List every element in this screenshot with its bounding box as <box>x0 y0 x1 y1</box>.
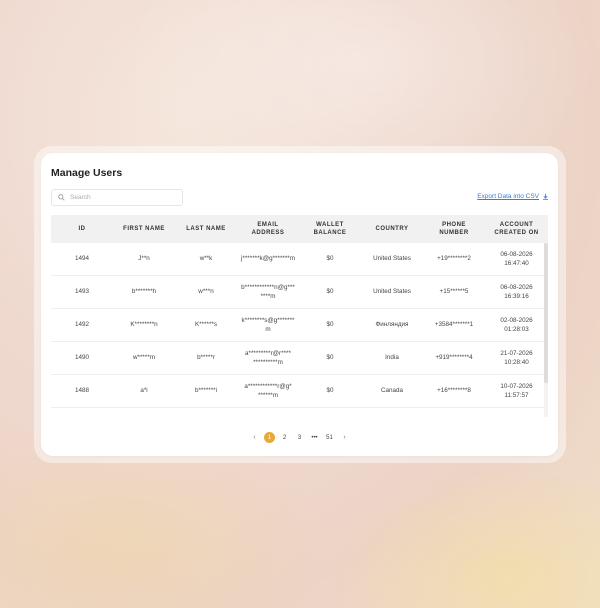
column-header: ID <box>78 226 86 232</box>
table-cell: United States <box>361 243 423 276</box>
table-row[interactable]: 1494 J**n w**k j*******k@g*******m $0 United … <box>51 243 548 276</box>
table-row[interactable]: 1490 w*****m b*****r a*********r@r**** *****… <box>51 341 548 375</box>
table-cell: 1494 <box>51 243 113 276</box>
table-cell: b*******h <box>113 275 175 309</box>
table-row[interactable]: 1488 a*i b*******i a************r@g* ******m… <box>51 374 548 408</box>
table-cell: Финляндия <box>361 308 423 342</box>
page-title: Manage Users <box>51 167 123 179</box>
table-cell: b*******i <box>175 374 237 408</box>
table-cell <box>175 407 237 417</box>
table-cell: 21-07-2026 10:28:40 <box>485 341 548 375</box>
table-cell: a*********r@r**** **********m <box>237 341 299 375</box>
table-cell: United States <box>361 275 423 309</box>
table-cell: $0 <box>299 341 361 375</box>
users-table-wrapper: ID FIRST NAME LAST NAME EMAIL ADDRESS WALLET B… <box>51 215 548 417</box>
table-cell: b************n@g*******m <box>237 275 299 309</box>
table-row[interactable]: 1493 b*******h w***n b************n@g******… <box>51 275 548 309</box>
prev-page-icon[interactable]: ‹ <box>249 432 260 443</box>
column-header: EMAIL ADDRESS <box>251 222 285 236</box>
table-cell: 06-08-2026 16:39:16 <box>485 275 548 309</box>
table-cell: India <box>361 341 423 375</box>
table-cell <box>361 407 423 417</box>
table-cell: +15******5 <box>423 275 485 309</box>
table-cell: a*i <box>113 374 175 408</box>
table-header-row: ID FIRST NAME LAST NAME EMAIL ADDRESS WALLET B… <box>51 215 548 243</box>
page-button[interactable]: 51 <box>324 432 335 443</box>
table-cell: w**k <box>175 243 237 276</box>
column-header: WALLET BALANCE <box>313 222 347 236</box>
column-header: LAST NAME <box>186 226 226 232</box>
table-cell: 06-08-2026 16:47:40 <box>485 243 548 276</box>
table-cell: w***n <box>175 275 237 309</box>
table-cell: +3584*******1 <box>423 308 485 342</box>
table-cell: 1488 <box>51 374 113 408</box>
table-cell: $0 <box>299 374 361 408</box>
next-page-icon[interactable]: › <box>339 432 350 443</box>
table-cell: w*****m <box>113 341 175 375</box>
column-header: COUNTRY <box>375 226 409 232</box>
table-cell: 02-08-2026 01:28:03 <box>485 308 548 342</box>
search-input[interactable] <box>70 194 170 201</box>
table-cell: $0 <box>299 243 361 276</box>
table-cell: 1490 <box>51 341 113 375</box>
table-cell: k********s@g*******m <box>237 308 299 342</box>
pagination: ‹ 1 2 3 ••• 51 › <box>41 432 558 443</box>
table-cell: J**n <box>113 243 175 276</box>
page-button[interactable]: 2 <box>279 432 290 443</box>
table-cell: j*******k@g*******m <box>237 243 299 276</box>
download-icon <box>543 193 548 200</box>
table-cell: 10-07-2026 11:57:57 <box>485 374 548 408</box>
table-cell: 1492 <box>51 308 113 342</box>
table-scrollbar[interactable] <box>544 243 548 417</box>
table-cell: 08-07-2026 <box>485 407 548 417</box>
search-box[interactable] <box>51 189 183 206</box>
column-header: PHONE NUMBER <box>439 222 469 236</box>
table-cell <box>299 407 361 417</box>
table-cell: $0 <box>299 308 361 342</box>
page-button[interactable]: 1 <box>264 432 275 443</box>
table-cell <box>51 407 113 417</box>
column-header: ACCOUNT CREATED ON <box>494 222 539 236</box>
table-cell: +19********2 <box>423 243 485 276</box>
table-cell: b*****r <box>175 341 237 375</box>
table-cell: 1493 <box>51 275 113 309</box>
manage-users-card: Manage Users Export Data into CSV ID FIRS… <box>41 153 558 456</box>
table-cell: +919********4 <box>423 341 485 375</box>
users-table: ID FIRST NAME LAST NAME EMAIL ADDRESS WALLET B… <box>51 215 548 417</box>
column-header: FIRST NAME <box>123 226 165 232</box>
table-row[interactable]: 1492 K********n K******s k********s@g******… <box>51 308 548 342</box>
table-cell: K********n <box>113 308 175 342</box>
search-icon <box>58 194 65 201</box>
export-csv-link[interactable]: Export Data into CSV <box>477 193 549 200</box>
table-cell: j*********n@g**** <box>237 407 299 417</box>
table-cell: Canada <box>361 374 423 408</box>
scrollbar-thumb[interactable] <box>544 243 548 383</box>
table-cell: +16********8 <box>423 374 485 408</box>
export-csv-label: Export Data into CSV <box>477 193 539 200</box>
table-cell: a************r@g* ******m <box>237 374 299 408</box>
page-button[interactable]: 3 <box>294 432 305 443</box>
table-row[interactable]: j*********n@g**** 08-07-2026 <box>51 407 548 417</box>
table-cell <box>113 407 175 417</box>
page-button[interactable]: ••• <box>309 432 320 443</box>
table-cell: K******s <box>175 308 237 342</box>
table-cell: $0 <box>299 275 361 309</box>
table-cell <box>423 407 485 417</box>
